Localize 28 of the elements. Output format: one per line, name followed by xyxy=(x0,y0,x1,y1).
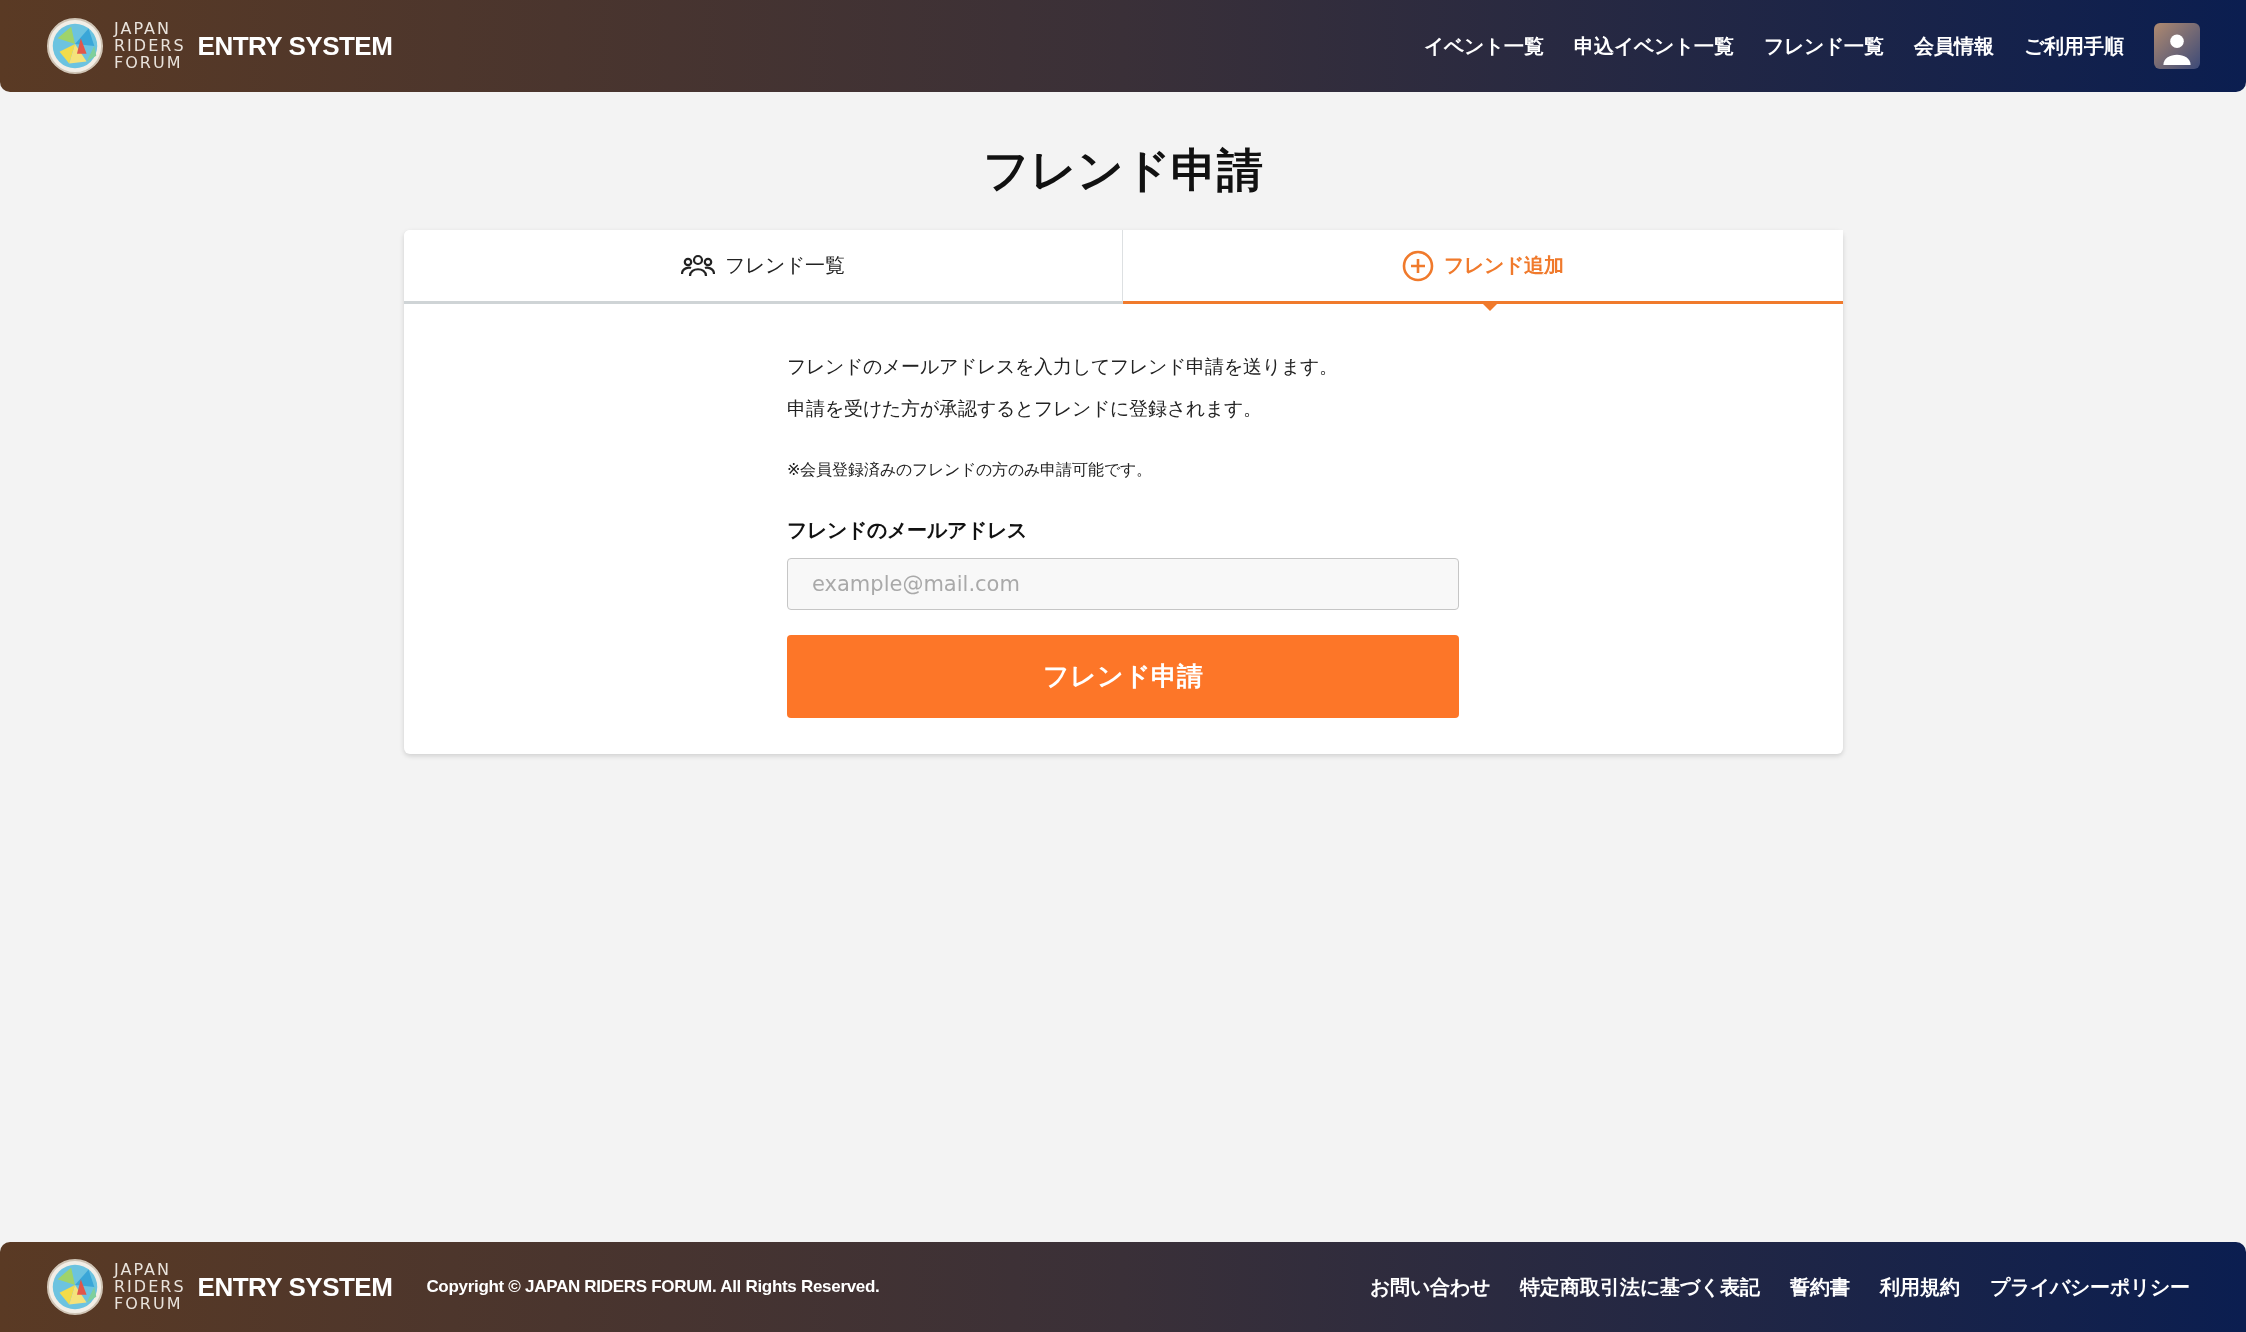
brand-title: ENTRY SYSTEM xyxy=(197,30,393,62)
logo-wordmark: JAPAN RIDERS FORUM xyxy=(114,1262,186,1312)
footer-link[interactable]: お問い合わせ xyxy=(1370,1273,1490,1301)
globe-logo-icon xyxy=(46,1258,104,1316)
nav-link[interactable]: 会員情報 xyxy=(1914,32,1994,60)
email-input-field[interactable]: example@mail.com xyxy=(787,558,1459,610)
nav-link[interactable]: ご利用手順 xyxy=(2024,32,2124,60)
tab-pointer-icon xyxy=(1482,304,1497,311)
user-avatar-icon[interactable] xyxy=(2154,23,2200,69)
footer-link[interactable]: 特定商取引法に基づく表記 xyxy=(1520,1273,1760,1301)
footer-link[interactable]: 利用規約 xyxy=(1880,1273,1960,1301)
nav-link[interactable]: フレンド一覧 xyxy=(1764,32,1884,60)
people-icon xyxy=(680,253,715,278)
intro-text: フレンドのメールアドレスを入力してフレンド申請を送ります。 xyxy=(787,354,1339,379)
copyright-text: Copyright © JAPAN RIDERS FORUM. All Rights Reserved. xyxy=(426,1277,880,1297)
brand-title: ENTRY SYSTEM xyxy=(197,1271,393,1303)
intro-text: 申請を受けた方が承認するとフレンドに登録されます。 xyxy=(787,396,1263,421)
globe-logo-icon xyxy=(46,17,104,75)
footer-link[interactable]: プライバシーポリシー xyxy=(1990,1273,2190,1301)
plus-circle-icon xyxy=(1401,249,1434,282)
footer-link[interactable]: 誓約書 xyxy=(1790,1273,1850,1301)
nav-link[interactable]: 申込イベント一覧 xyxy=(1574,32,1734,60)
page-title: フレンド申請 xyxy=(983,142,1263,199)
field-label: フレンドのメールアドレス xyxy=(787,517,1028,544)
note-text: ※会員登録済みのフレンドの方のみ申請可能です。 xyxy=(787,460,1154,481)
tab[interactable]: フレンド一覧 xyxy=(403,230,1123,304)
nav-link[interactable]: イベント一覧 xyxy=(1424,32,1544,60)
logo-wordmark: JAPAN RIDERS FORUM xyxy=(114,21,186,71)
